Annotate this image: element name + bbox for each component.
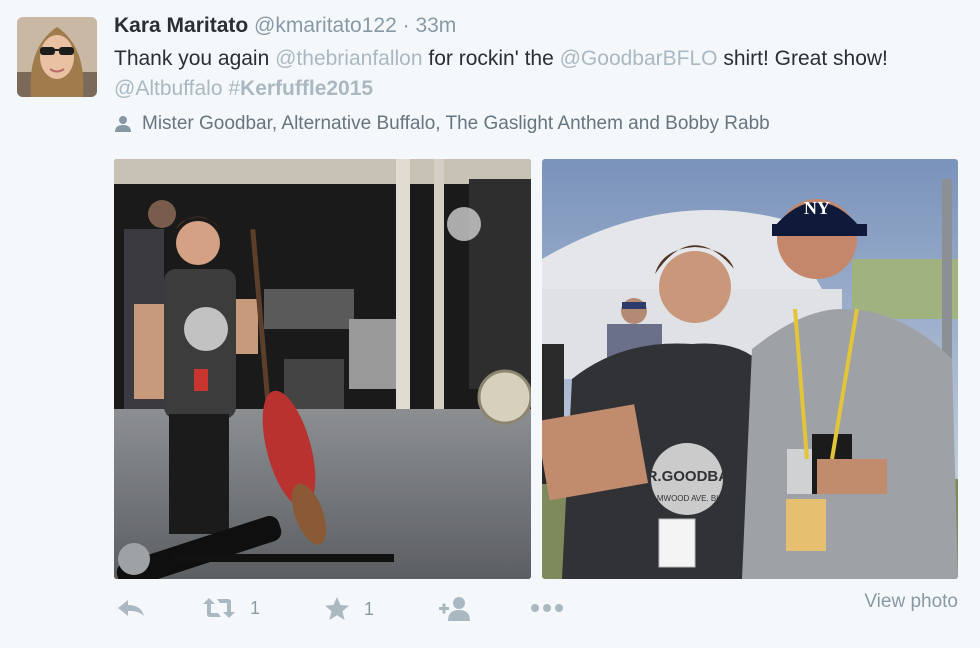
favorite-count: 1 — [364, 598, 375, 619]
timestamp[interactable]: 33m — [415, 14, 456, 37]
more-icon — [531, 604, 563, 612]
avatar-image — [17, 17, 97, 97]
hashtag-symbol: # — [228, 77, 241, 100]
hashtag-text: Kerfuffle2015 — [240, 77, 374, 100]
retweet-button[interactable]: 1 — [202, 596, 260, 620]
more-button[interactable] — [530, 596, 564, 620]
reply-button[interactable] — [116, 596, 146, 620]
text-segment: Thank you again — [114, 47, 276, 70]
tagged-users[interactable]: Mister Goodbar, Alternative Buffalo, The… — [114, 113, 770, 135]
reply-icon — [118, 600, 144, 616]
retweet-icon — [203, 598, 235, 618]
tweet-text: Thank you again @thebrianfallon for rock… — [114, 44, 954, 104]
follow-button[interactable] — [438, 596, 472, 622]
tweet-photo-2[interactable]: MR.GOODBAR ELMWOOD AVE. BUF NY — [542, 159, 958, 579]
shirt-sub-text: ELMWOOD AVE. BUF — [647, 494, 727, 503]
star-icon — [325, 597, 349, 620]
tweet: Kara Maritato @kmaritato122 · 33m Thank … — [0, 0, 980, 648]
mention-link[interactable]: @Altbuffalo — [114, 77, 223, 100]
separator: · — [402, 14, 410, 37]
tagged-users-label: Mister Goodbar, Alternative Buffalo, The… — [142, 113, 770, 134]
tweet-actions: 1 1 — [114, 596, 960, 626]
favorite-button[interactable]: 1 — [324, 596, 374, 622]
view-photo-link[interactable]: View photo — [864, 591, 958, 613]
tweet-header: Kara Maritato @kmaritato122 · 33m — [114, 14, 456, 38]
cap-logo-text: NY — [804, 198, 830, 218]
tweet-photo-1[interactable] — [114, 159, 531, 579]
follow-icon — [439, 597, 470, 621]
avatar[interactable] — [17, 17, 97, 97]
author-name[interactable]: Kara Maritato — [114, 14, 248, 37]
text-segment: for rockin' the — [422, 47, 560, 70]
mention-link[interactable]: @thebrianfallon — [275, 47, 422, 70]
person-icon — [115, 116, 131, 132]
shirt-logo-text: MR.GOODBAR — [634, 468, 740, 485]
retweet-count: 1 — [250, 597, 261, 618]
concert-stage-photo — [114, 159, 531, 579]
mention-link[interactable]: @GoodbarBFLO — [560, 47, 718, 70]
text-segment: shirt! Great show! — [717, 47, 888, 70]
hashtag-link[interactable]: #Kerfuffle2015 — [228, 77, 373, 100]
author-handle[interactable]: @kmaritato122 — [254, 14, 397, 37]
fans-selfie-photo: MR.GOODBAR ELMWOOD AVE. BUF NY — [542, 159, 958, 579]
